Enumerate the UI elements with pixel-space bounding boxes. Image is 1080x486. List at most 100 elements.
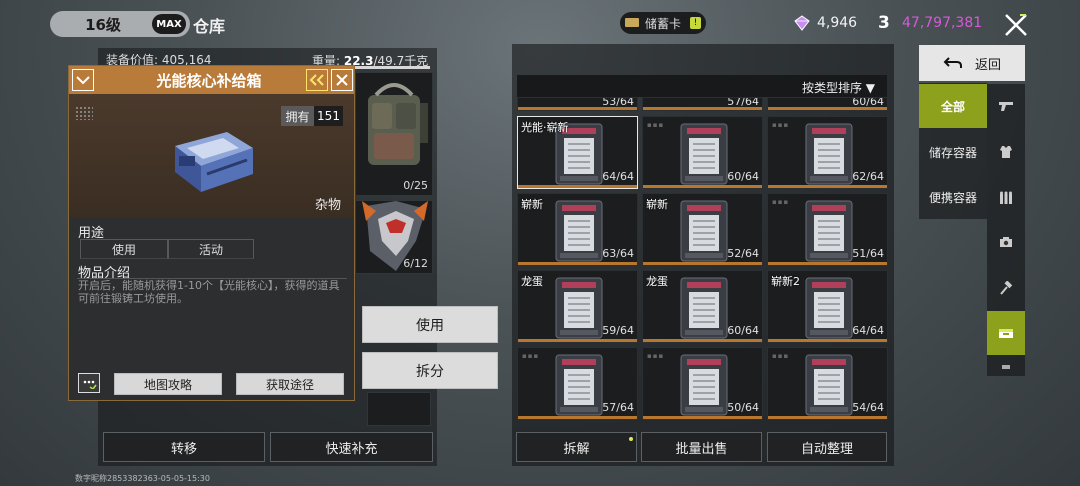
- category-storage-container[interactable]: 储存容器: [919, 130, 987, 174]
- cell-dots: ▪▪▪: [522, 352, 540, 360]
- container-filter[interactable]: [987, 311, 1025, 355]
- cell-bar: [518, 107, 637, 110]
- supply-box-icon: [175, 132, 253, 192]
- item-title: 光能核心补给箱: [156, 72, 262, 90]
- grid-cell[interactable]: ▪▪▪ 龙蛋 59/64: [517, 270, 638, 343]
- cell-dots: ▪▪▪: [772, 121, 790, 129]
- grid-cell[interactable]: ▪▪▪ 光能·崭新 64/64: [517, 116, 638, 189]
- camera-icon: [1000, 237, 1012, 247]
- grid-cell[interactable]: ▪▪▪ 50/64: [642, 347, 763, 420]
- cell-count: 63/64: [602, 247, 634, 260]
- collapse-button[interactable]: [72, 69, 94, 91]
- back-label: 返回: [974, 57, 1001, 73]
- storage-card-label: 储蓄卡: [645, 17, 682, 31]
- max-badge: MAX: [152, 14, 186, 34]
- page-title: 仓库: [193, 17, 226, 36]
- more-filter[interactable]: [987, 358, 1025, 376]
- more-icon: [1002, 365, 1010, 369]
- weapon-filter[interactable]: [987, 84, 1025, 128]
- grid-cell[interactable]: ▪▪▪ 54/64: [767, 347, 888, 420]
- sort-bar: 按类型排序 ▼: [517, 75, 887, 97]
- armor-filter[interactable]: [987, 130, 1025, 174]
- back-button[interactable]: 返回: [919, 45, 1025, 81]
- cell-count: 51/64: [852, 247, 884, 260]
- container-icon: [805, 123, 853, 185]
- mech-count: 6/12: [403, 257, 428, 270]
- owned-label: 拥有: [281, 106, 314, 126]
- item-detail-popup: 光能核心补给箱 拥有 151 杂物 用途 使用 活动 物品介绍 开启后，能随机获…: [68, 65, 355, 401]
- grid-cell[interactable]: ▪▪▪ 崭新2 64/64: [767, 270, 888, 343]
- split-button[interactable]: 拆分: [362, 352, 498, 389]
- item-preview: 拥有 151 杂物: [69, 94, 354, 217]
- usage-activity-tag[interactable]: 活动: [168, 239, 254, 259]
- grid-cell-partial[interactable]: 57/64: [642, 97, 763, 111]
- grid-cell[interactable]: ▪▪▪ 62/64: [767, 116, 888, 189]
- grid-cell-partial[interactable]: 60/64: [767, 97, 888, 111]
- owned-count: 拥有 151: [281, 106, 343, 126]
- backpack-slot[interactable]: 0/25: [355, 72, 433, 196]
- sort-dropdown[interactable]: 按类型排序 ▼: [802, 79, 875, 96]
- item-category: 杂物: [315, 198, 342, 213]
- bulk-sell-button[interactable]: 批量出售: [641, 432, 762, 462]
- grid-size-icon: [75, 106, 93, 120]
- grid-cell[interactable]: ▪▪▪ 龙蛋 60/64: [642, 270, 763, 343]
- cell-count: 54/64: [852, 401, 884, 414]
- cell-count: 57/64: [602, 401, 634, 414]
- grid-cell-partial[interactable]: 53/64: [517, 97, 638, 111]
- auto-sort-button[interactable]: 自动整理: [767, 432, 887, 462]
- chat-button[interactable]: [78, 373, 100, 393]
- cell-bar: [643, 107, 762, 110]
- container-icon: [805, 354, 853, 416]
- container-icon: [680, 277, 728, 339]
- cell-tag: 崭新2: [771, 275, 800, 288]
- map-guide-button[interactable]: 地图攻略: [114, 373, 222, 395]
- container-icon: [555, 277, 603, 339]
- container-icon: [555, 354, 603, 416]
- tool-filter[interactable]: [987, 266, 1025, 310]
- double-chevron-left-button[interactable]: [306, 69, 328, 91]
- cell-tag: 龙蛋: [646, 275, 668, 288]
- grid-cell[interactable]: ▪▪▪ 57/64: [517, 347, 638, 420]
- cell-bar: [643, 185, 762, 188]
- usage-use-tag[interactable]: 使用: [80, 239, 168, 259]
- cell-bar: [768, 339, 887, 342]
- container-icon: [805, 277, 853, 339]
- cell-count: 62/64: [852, 170, 884, 183]
- category-all[interactable]: 全部: [919, 84, 987, 128]
- camera-filter[interactable]: [987, 220, 1025, 264]
- empty-slot[interactable]: [367, 392, 431, 426]
- disassemble-button[interactable]: 拆解: [516, 432, 637, 462]
- storage-card-button[interactable]: 储蓄卡 !: [620, 12, 706, 34]
- lock-icon: !: [690, 17, 701, 29]
- grid-cell[interactable]: ▪▪▪ 60/64: [642, 116, 763, 189]
- cell-bar: [768, 262, 887, 265]
- mech-slot[interactable]: 6/12: [355, 200, 433, 274]
- cell-tag: 龙蛋: [521, 275, 543, 288]
- transfer-button[interactable]: 转移: [103, 432, 265, 462]
- cell-bar: [768, 185, 887, 188]
- popup-close-button[interactable]: [331, 69, 353, 91]
- cell-bar: [518, 185, 637, 188]
- box-icon: [999, 329, 1013, 338]
- close-icon[interactable]: [1003, 12, 1029, 38]
- backpack-icon: [368, 83, 428, 165]
- cell-count: 60/64: [727, 324, 759, 337]
- cell-tag: 崭新: [521, 198, 543, 211]
- close-icon: [336, 74, 348, 86]
- quick-fill-button[interactable]: 快速补充: [270, 432, 433, 462]
- cell-bar: [768, 107, 887, 110]
- vest-icon: [1000, 146, 1012, 158]
- cell-bar: [643, 262, 762, 265]
- pistol-icon: [999, 102, 1013, 111]
- use-button[interactable]: 使用: [362, 306, 498, 343]
- ammo-filter[interactable]: [987, 175, 1025, 219]
- grid-cell[interactable]: ▪▪▪ 51/64: [767, 193, 888, 266]
- cell-tag: 崭新: [646, 198, 668, 211]
- obtain-method-button[interactable]: 获取途径: [236, 373, 344, 395]
- grid-cell[interactable]: ▪▪▪ 崭新 63/64: [517, 193, 638, 266]
- level-text: 16级: [85, 15, 121, 34]
- container-icon: [680, 200, 728, 262]
- category-portable-container[interactable]: 便携容器: [919, 175, 987, 219]
- level-badge: 16级 MAX: [50, 11, 190, 37]
- grid-cell[interactable]: ▪▪▪ 崭新 52/64: [642, 193, 763, 266]
